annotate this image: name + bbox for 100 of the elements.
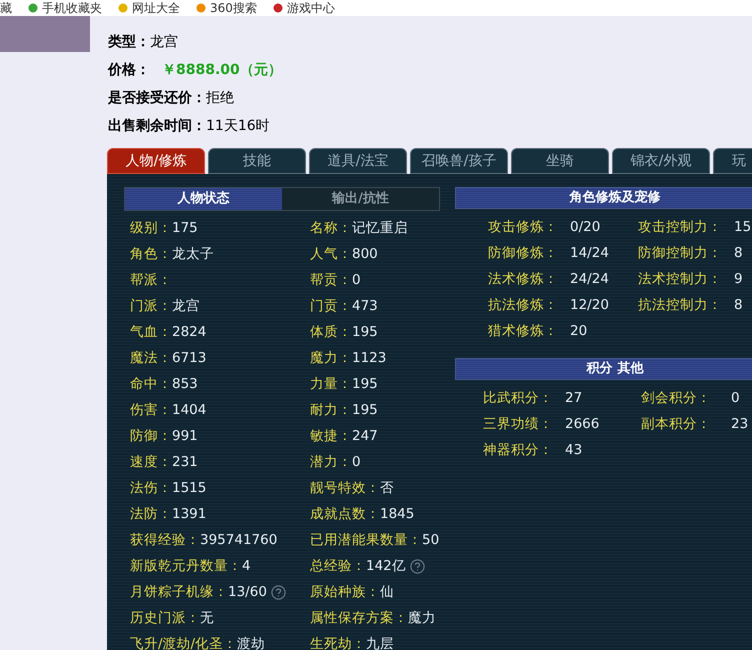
stat-value: 14/24	[570, 244, 609, 263]
stat-label: 帮贡：	[310, 270, 352, 290]
bookmark-icon	[118, 3, 128, 13]
info-value: 拒绝	[206, 88, 234, 108]
stat-value: 13/60	[228, 582, 267, 602]
stat-value: 395741760	[200, 530, 278, 550]
stat-label: 魔力：	[310, 348, 352, 368]
stat-value: 4	[242, 556, 251, 576]
stat-value: 2824	[172, 322, 206, 342]
info-label: 是否接受还价：	[108, 88, 206, 108]
tab[interactable]: 锦衣/外观	[612, 148, 710, 174]
stat-label: 人气：	[310, 244, 352, 264]
stat-label: 体质：	[310, 322, 352, 342]
stat-value: 43	[565, 440, 582, 460]
help-icon[interactable]	[410, 558, 425, 574]
stat-value: 195	[352, 400, 378, 420]
stat-value: 800	[352, 244, 378, 264]
stat-value: 0	[352, 452, 361, 472]
stat-label: 敏捷：	[310, 426, 352, 446]
stat-label: 法术修炼：	[488, 270, 559, 289]
stat-value: 九层	[366, 634, 394, 650]
bookmark-link[interactable]: 手机收藏夹	[28, 2, 102, 14]
stat-value: 1391	[172, 504, 206, 524]
info-value: ￥8888.00（元）	[162, 60, 282, 80]
stat-value: 175	[172, 218, 198, 238]
stat-value: 231	[172, 452, 198, 472]
tab[interactable]: 道具/法宝	[309, 148, 407, 174]
tab[interactable]: 技能	[208, 148, 306, 174]
bookmark-link[interactable]: 游戏中心	[272, 2, 335, 14]
section-tab[interactable]: 人物状态	[125, 188, 282, 210]
stat-label: 法术控制力：	[638, 270, 723, 289]
stat-value: 12/20	[570, 296, 609, 315]
stat-value: 142亿	[366, 556, 406, 576]
section-tab[interactable]: 输出/抗性	[282, 188, 439, 210]
tab[interactable]: 人物/修炼	[107, 148, 205, 174]
stat-label: 月饼粽子机缘：	[130, 582, 228, 602]
stat-value: 473	[352, 296, 378, 316]
stat-value: 853	[172, 374, 198, 394]
stat-label: 获得经验：	[130, 530, 200, 550]
stat-label: 防御修炼：	[488, 244, 559, 263]
tab[interactable]: 坐骑	[511, 148, 609, 174]
stat-label: 气血：	[130, 322, 172, 342]
stat-label: 防御控制力：	[638, 244, 723, 263]
stat-value: 20	[570, 322, 588, 341]
stat-label: 三界功绩：	[483, 414, 554, 434]
tab[interactable]: 召唤兽/孩子	[410, 148, 508, 174]
stat-label: 魔法：	[130, 348, 172, 368]
stat-value: 1404	[172, 400, 206, 420]
bookmark-icon	[28, 3, 38, 13]
section-header: 角色修炼及宠修	[455, 187, 752, 209]
info-label: 出售剩余时间：	[108, 116, 206, 136]
stat-label: 历史门派：	[130, 608, 200, 628]
stat-value: 1123	[352, 348, 386, 368]
stat-value: 0	[352, 270, 361, 290]
stat-label: 属性保存方案：	[310, 608, 408, 628]
stat-label: 名称：	[310, 218, 352, 238]
bookmark-link[interactable]: 360搜索	[196, 2, 257, 14]
stat-label: 潜力：	[310, 452, 352, 472]
stat-label: 剑会积分：	[641, 388, 712, 408]
stat-value: 0/20	[570, 218, 600, 237]
stat-label: 生死劫：	[310, 634, 366, 650]
stat-value: 无	[200, 608, 214, 628]
bookmark-icon	[272, 3, 283, 13]
tab[interactable]: 玩	[713, 148, 752, 174]
stat-label: 角色：	[130, 244, 172, 264]
stat-label: 猎术修炼：	[488, 322, 559, 341]
bookmark-link[interactable]: 藏	[0, 2, 12, 14]
stat-value: 记忆重启	[352, 218, 408, 238]
stat-value: 魔力	[408, 608, 436, 628]
stat-value: 2666	[565, 414, 600, 434]
info-value: 11天16时	[206, 116, 270, 136]
stat-label: 已用潜能果数量：	[310, 530, 422, 550]
stat-label: 法伤：	[130, 478, 172, 498]
info-label: 价格：	[108, 60, 150, 80]
stat-label: 力量：	[310, 374, 352, 394]
stat-label: 帮派：	[130, 270, 172, 290]
stat-value: 渡劫	[237, 634, 266, 650]
stat-value: 仙	[380, 582, 394, 602]
info-value: 龙宫	[150, 32, 178, 52]
stat-value: 195	[352, 322, 378, 342]
stat-label: 伤害：	[130, 400, 172, 420]
bookmark-icon	[196, 3, 206, 13]
stat-value: 1515	[172, 478, 206, 498]
stat-label: 比武积分：	[483, 388, 554, 408]
stat-label: 门派：	[130, 296, 172, 316]
stat-label: 命中：	[130, 374, 172, 394]
stat-value: 247	[352, 426, 378, 446]
stat-label: 靓号特效：	[310, 478, 380, 498]
help-icon[interactable]	[270, 584, 286, 600]
stat-value: 9	[734, 270, 743, 289]
stat-value: 991	[172, 426, 198, 446]
stat-label: 副本积分：	[641, 414, 712, 434]
stat-label: 神器积分：	[483, 440, 554, 460]
stat-value: 1845	[380, 504, 414, 524]
stat-value: 27	[565, 388, 582, 408]
stat-label: 法防：	[130, 504, 172, 524]
stat-label: 攻击控制力：	[638, 218, 723, 237]
bookmark-link[interactable]: 网址大全	[118, 2, 180, 14]
stat-label: 原始种族：	[310, 582, 380, 602]
section-header: 积分 其他	[455, 358, 752, 380]
